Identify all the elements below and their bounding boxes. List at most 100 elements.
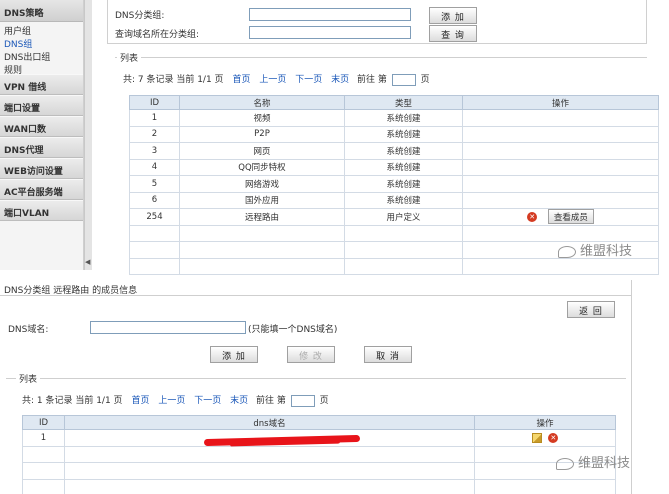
- sidebar-subitem-user-group[interactable]: 用户组: [0, 22, 83, 37]
- sidebar-item-wan[interactable]: WAN口数: [0, 116, 83, 137]
- cell-action: ✕: [474, 429, 616, 447]
- view-members-button[interactable]: 查看成员: [547, 209, 594, 225]
- lower-panel: DNS分类组 远程路由 的成员信息 返 回 DNS域名: (只能填一个DNS域名…: [0, 280, 632, 494]
- dns-group-content: DNS分类组: 添 加 查询域名所在分类组: 查 询 列表 共: 7 条记录 当…: [93, 0, 669, 275]
- wechat-logo-icon: [558, 245, 576, 258]
- cell-id: 5: [129, 175, 180, 193]
- pager-last-link[interactable]: 末页: [331, 75, 349, 85]
- list-divider: [115, 57, 647, 58]
- table-row: 4 QQ同步特权 系统创建: [129, 158, 659, 176]
- cell-type: 系统创建: [344, 158, 463, 176]
- cancel-button[interactable]: 取 消: [364, 346, 412, 363]
- cell-name: P2P: [179, 125, 345, 143]
- col-header-id: ID: [129, 95, 180, 110]
- dns-domain-table: ID dns域名 操作 1 ✕: [22, 415, 616, 494]
- cell-action: [462, 125, 659, 143]
- sidebar-item-web-access[interactable]: WEB访问设置: [0, 158, 83, 179]
- cell-name: 国外应用: [179, 191, 345, 209]
- col-header-type: 类型: [344, 95, 463, 110]
- cell-name: 网络游戏: [179, 175, 345, 193]
- cell-id: 2: [129, 125, 180, 143]
- table-row: 6 国外应用 系统创建: [129, 191, 659, 209]
- cell-name: 远程路由: [179, 208, 345, 226]
- watermark-text: 维盟科技: [580, 244, 633, 259]
- pager-page-suffix: 页: [420, 75, 430, 85]
- cell-name: 网页: [179, 142, 345, 160]
- pager: 共: 1 条记录 当前 1/1 页 首页 上一页 下一页 末页 前往 第 页: [22, 393, 329, 407]
- col-header-id: ID: [22, 415, 65, 430]
- cell-action: ✕ 查看成员: [462, 208, 659, 226]
- pager-page-input[interactable]: [391, 73, 416, 86]
- cell-type: 系统创建: [344, 142, 463, 160]
- domain-query-label: 查询域名所在分类组:: [115, 30, 200, 40]
- modify-domain-button[interactable]: 修 改: [287, 346, 335, 363]
- group-name-input[interactable]: [249, 8, 411, 21]
- sidebar-scrollbar[interactable]: ◀: [84, 0, 92, 270]
- cell-id: 3: [129, 142, 180, 160]
- add-domain-button[interactable]: 添 加: [210, 346, 258, 363]
- delete-icon[interactable]: ✕: [548, 432, 559, 443]
- table-row-empty: [22, 478, 616, 494]
- cell-type: 系统创建: [344, 125, 463, 143]
- table-row: 1 视频 系统创建: [129, 109, 659, 127]
- table-row: 5 网络游戏 系统创建: [129, 175, 659, 193]
- pager-goto-label: 前往 第: [357, 75, 387, 85]
- cell-type: 系统创建: [344, 191, 463, 209]
- table-header-row: ID dns域名 操作: [22, 415, 616, 430]
- sidebar: DNS策略 用户组 DNS组 DNS出口组 规则 VPN 借线 端口设置 WAN…: [0, 0, 84, 270]
- dns-domain-input[interactable]: [90, 321, 246, 334]
- table-header-row: ID 名称 类型 操作: [129, 95, 659, 110]
- pager-goto-label: 前往 第: [256, 396, 286, 406]
- cell-action: [462, 175, 659, 193]
- cell-id: 254: [129, 208, 180, 226]
- sidebar-item-port-settings[interactable]: 端口设置: [0, 95, 83, 116]
- cell-name: 视频: [179, 109, 345, 127]
- query-button[interactable]: 查 询: [429, 25, 477, 42]
- pager-next-link[interactable]: 下一页: [295, 75, 322, 85]
- cell-type: 系统创建: [344, 109, 463, 127]
- pager-next-link[interactable]: 下一页: [194, 396, 221, 406]
- col-header-name: 名称: [179, 95, 345, 110]
- sidebar-header-dns-policy[interactable]: DNS策略: [0, 0, 83, 22]
- back-button[interactable]: 返 回: [567, 301, 615, 318]
- pager-summary: 共: 1 条记录 当前 1/1 页: [22, 396, 123, 406]
- sidebar-subitem-dns-group[interactable]: DNS组: [0, 35, 83, 50]
- pager-summary: 共: 7 条记录 当前 1/1 页: [123, 75, 224, 85]
- dns-domain-hint: (只能填一个DNS域名): [248, 325, 338, 335]
- sidebar-item-vpn[interactable]: VPN 借线: [0, 74, 83, 95]
- cell-action: [462, 158, 659, 176]
- pager-prev-link[interactable]: 上一页: [259, 75, 286, 85]
- pager-first-link[interactable]: 首页: [131, 396, 149, 406]
- wechat-logo-icon: [556, 457, 574, 470]
- collapse-arrow-icon[interactable]: ◀: [85, 258, 90, 266]
- pager: 共: 7 条记录 当前 1/1 页 首页 上一页 下一页 末页 前往 第 页: [123, 72, 430, 86]
- table-row-empty: [129, 257, 659, 275]
- pager-prev-link[interactable]: 上一页: [158, 396, 185, 406]
- domain-query-input[interactable]: [249, 26, 411, 39]
- col-header-dns-domain: dns域名: [64, 415, 475, 430]
- cell-action: [462, 109, 659, 127]
- sidebar-item-dns-proxy[interactable]: DNS代理: [0, 137, 83, 158]
- watermark-text: 维盟科技: [578, 456, 631, 471]
- pager-page-suffix: 页: [319, 396, 329, 406]
- delete-icon[interactable]: ✕: [527, 211, 538, 222]
- cell-id: 1: [22, 429, 65, 447]
- pager-page-input[interactable]: [290, 394, 315, 407]
- member-info-title: DNS分类组 远程路由 的成员信息: [0, 280, 632, 296]
- cell-type: 用户定义: [344, 208, 463, 226]
- cell-id: 4: [129, 158, 180, 176]
- table-row: 2 P2P 系统创建: [129, 125, 659, 143]
- cell-type: 系统创建: [344, 175, 463, 193]
- cell-id: 1: [129, 109, 180, 127]
- sidebar-subitem-dns-exit-group[interactable]: DNS出口组: [0, 48, 83, 63]
- sidebar-item-ac-platform[interactable]: AC平台服务端: [0, 179, 83, 200]
- add-group-button[interactable]: 添 加: [429, 7, 477, 24]
- pager-last-link[interactable]: 末页: [230, 396, 248, 406]
- cell-action: [462, 191, 659, 209]
- cell-id: 6: [129, 191, 180, 209]
- pager-first-link[interactable]: 首页: [232, 75, 250, 85]
- table-row-empty: [22, 462, 616, 480]
- edit-icon[interactable]: [531, 432, 542, 443]
- upper-panel: DNS策略 用户组 DNS组 DNS出口组 规则 VPN 借线 端口设置 WAN…: [0, 0, 669, 275]
- sidebar-item-port-vlan[interactable]: 端口VLAN: [0, 200, 83, 221]
